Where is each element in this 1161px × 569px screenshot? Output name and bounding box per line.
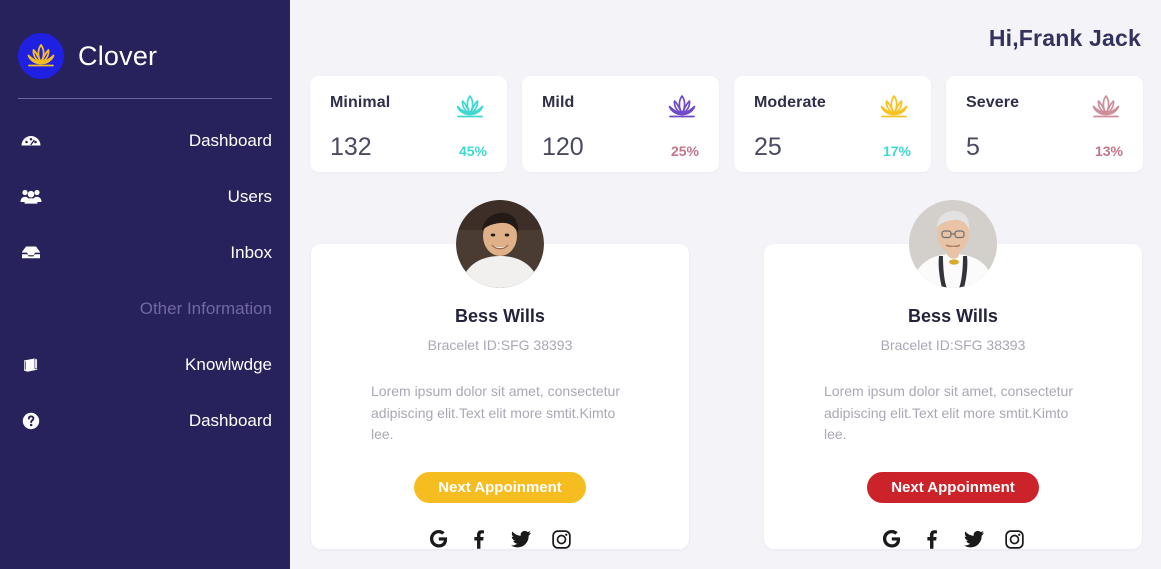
stat-percent: 45% (458, 143, 487, 159)
profile-card: Bess Wills Bracelet ID:SFG 38393 Lorem i… (311, 200, 689, 549)
sidebar-section-title: Other Information (139, 299, 272, 318)
sidebar-nav: Dashboard Users Inbox Other Information … (0, 113, 290, 449)
sidebar-item-inbox[interactable]: Inbox (0, 225, 290, 281)
stat-card-mild[interactable]: Mild 120 25% (522, 76, 719, 172)
avatar-young-man (456, 200, 544, 288)
profile-description: Lorem ipsum dolor sit amet, consectetur … (824, 383, 1073, 443)
stat-card-severe[interactable]: Severe 5 13% (946, 76, 1143, 172)
brand: Clover (0, 0, 290, 84)
facebook-icon[interactable] (923, 529, 943, 549)
google-icon[interactable] (429, 529, 449, 549)
stat-value: 5 (966, 133, 980, 161)
greeting-text: Hi,Frank Jack (988, 24, 1141, 51)
stat-label: Mild (542, 94, 575, 111)
instagram-icon[interactable] (1005, 529, 1025, 549)
profile-card: Bess Wills Bracelet ID:SFG 38393 Lorem i… (764, 200, 1142, 549)
sidebar-item-users[interactable]: Users (0, 169, 290, 225)
inbox-icon (18, 240, 44, 266)
profile-bracelet-id: Bracelet ID:SFG 38393 (880, 337, 1026, 353)
main-content: Hi,Frank Jack Minimal 132 45% Mild 120 2… (290, 0, 1161, 569)
sidebar-item-label: Knowlwdge (185, 355, 272, 374)
stat-card-moderate[interactable]: Moderate 25 17% (734, 76, 931, 172)
social-links (882, 529, 1025, 549)
avatar-senior-doctor (909, 200, 997, 288)
profile-name: Bess Wills (908, 306, 998, 326)
lotus-icon (877, 92, 911, 122)
sidebar-item-label: Inbox (230, 243, 272, 262)
lotus-icon (453, 92, 487, 122)
users-icon (18, 184, 44, 210)
lotus-logo-icon (18, 33, 64, 79)
facebook-icon[interactable] (470, 529, 490, 549)
stat-label: Minimal (330, 94, 391, 111)
stats-row: Minimal 132 45% Mild 120 25% Moderate 25… (310, 76, 1143, 172)
sidebar-item-help-dashboard[interactable]: Dashboard (0, 393, 290, 449)
twitter-icon[interactable] (510, 529, 531, 549)
stat-label: Severe (966, 94, 1020, 111)
stat-value: 132 (330, 133, 372, 161)
sidebar-item-label: Dashboard (188, 131, 272, 150)
stat-value: 25 (754, 133, 782, 161)
profiles-row: Bess Wills Bracelet ID:SFG 38393 Lorem i… (310, 200, 1143, 549)
stat-percent: 25% (670, 143, 699, 159)
stat-card-minimal[interactable]: Minimal 132 45% (310, 76, 507, 172)
profile-description: Lorem ipsum dolor sit amet, consectetur … (371, 383, 620, 443)
question-circle-icon (18, 408, 44, 434)
profile-name: Bess Wills (455, 306, 545, 326)
speedometer-icon (18, 128, 44, 154)
next-appointment-button[interactable]: Next Appoinment (867, 472, 1039, 503)
topbar: Hi,Frank Jack (310, 0, 1143, 76)
sidebar: Clover Dashboard Users Inbox Other Infor… (0, 0, 290, 569)
brand-name: Clover (78, 40, 158, 71)
stat-value: 120 (542, 133, 584, 161)
instagram-icon[interactable] (552, 529, 572, 549)
stat-label: Moderate (754, 94, 826, 111)
sidebar-item-label: Dashboard (188, 411, 272, 430)
social-links (429, 529, 572, 549)
stat-percent: 13% (1094, 143, 1123, 159)
lotus-icon (1089, 92, 1123, 122)
stat-percent: 17% (882, 143, 911, 159)
google-icon[interactable] (882, 529, 902, 549)
sidebar-divider (18, 98, 272, 99)
next-appointment-button[interactable]: Next Appoinment (414, 472, 586, 503)
twitter-icon[interactable] (963, 529, 984, 549)
lotus-icon (665, 92, 699, 122)
sidebar-item-dashboard[interactable]: Dashboard (0, 113, 290, 169)
sidebar-item-label: Users (227, 187, 272, 206)
book-icon (18, 352, 44, 378)
profile-bracelet-id: Bracelet ID:SFG 38393 (427, 337, 573, 353)
sidebar-item-knowledge[interactable]: Knowlwdge (0, 337, 290, 393)
